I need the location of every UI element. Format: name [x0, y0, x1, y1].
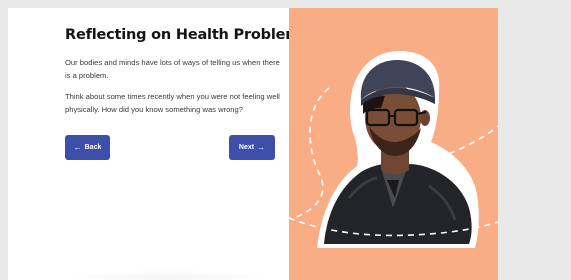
bottom-shadow — [68, 270, 268, 280]
next-button-label: Next — [238, 144, 255, 151]
arrow-right-icon: → — [257, 142, 266, 152]
intro-paragraph: Our bodies and minds have lots of ways o… — [65, 58, 280, 80]
illustration-panel — [289, 8, 498, 280]
lesson-content-panel: Reflecting on Health Problems Our bodies… — [8, 8, 309, 280]
arrow-left-icon: ← — [73, 142, 82, 152]
lesson-title: Reflecting on Health Problems — [65, 27, 309, 43]
lesson-slide: Reflecting on Health Problems Our bodies… — [8, 8, 498, 280]
next-button[interactable]: Next → — [229, 135, 275, 160]
back-button-label: Back — [84, 144, 102, 151]
back-button[interactable]: ← Back — [65, 135, 110, 160]
dashed-curve-left — [293, 87, 330, 219]
prompt-paragraph: Think about some times recently when you… — [65, 92, 280, 114]
person-photo — [289, 50, 498, 248]
